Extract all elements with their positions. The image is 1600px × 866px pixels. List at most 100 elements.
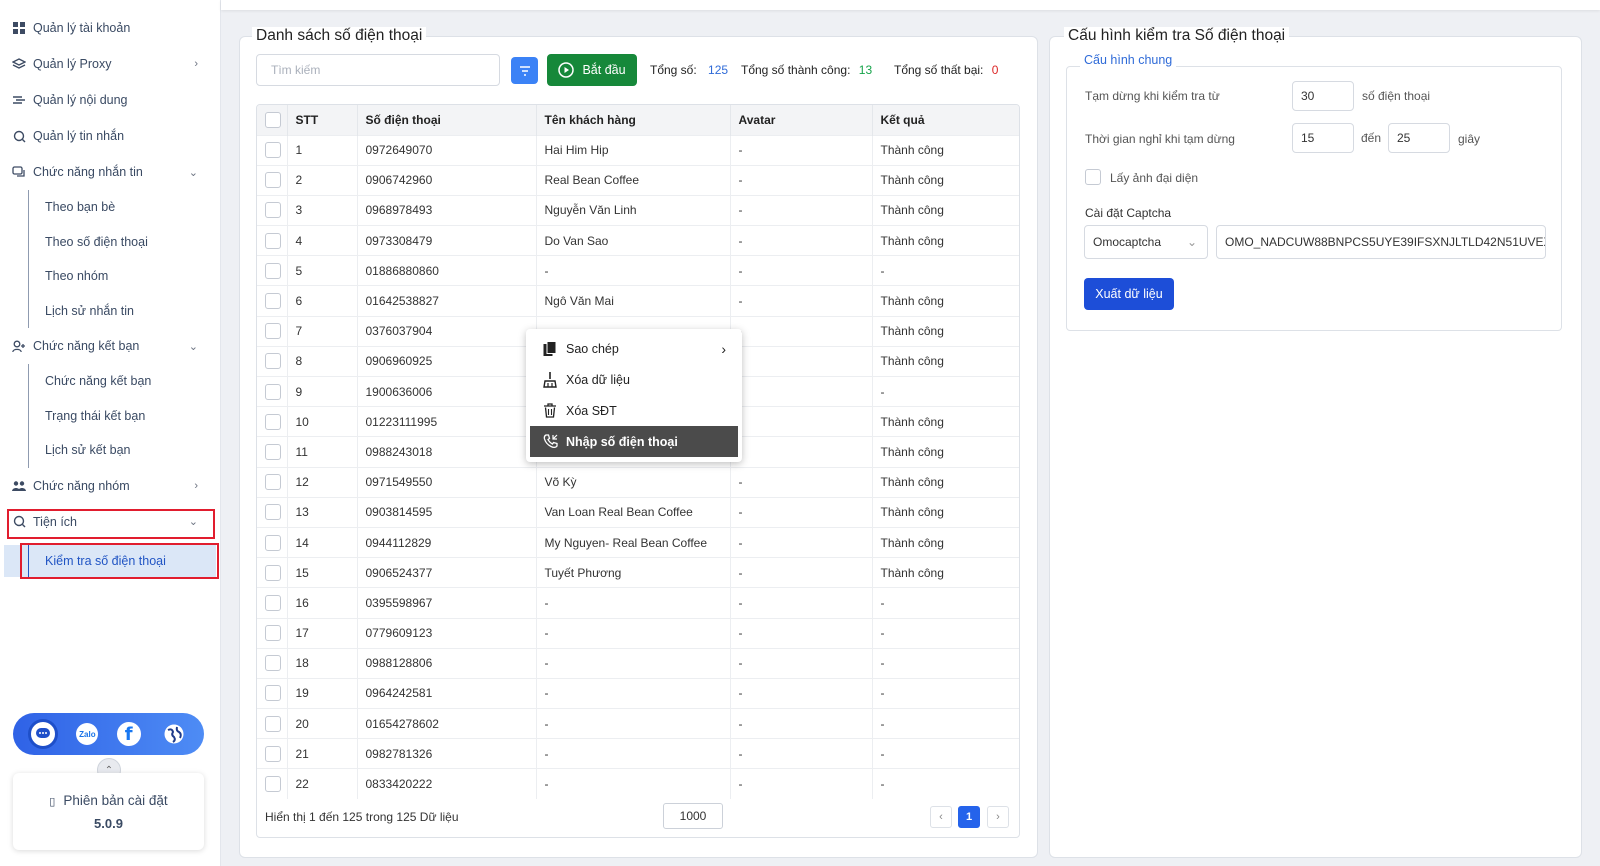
row-checkbox[interactable] (265, 685, 281, 702)
row-checkbox[interactable] (265, 232, 281, 249)
table-row[interactable]: 3 0968978493 Nguyễn Văn Linh - Thành công (257, 194, 1019, 226)
avatar-cell: - (730, 345, 873, 377)
group-icon (12, 479, 26, 493)
column-header[interactable]: Avatar (730, 105, 873, 135)
table-row[interactable]: 17 0779609123- - - (257, 617, 1019, 649)
sidebar-sub-friend-status[interactable]: Trạng thái kết bạn (28, 398, 220, 433)
phone-number: 0973308479 (357, 225, 537, 256)
rest-to-input[interactable]: 25 (1388, 123, 1450, 153)
table-row[interactable]: 14 0944112829 My Nguyen- Real Bean Coffee -… (257, 526, 1019, 558)
table-row[interactable]: 21 0982781326- - - (257, 738, 1019, 769)
support-chat-icon[interactable] (28, 719, 59, 749)
row-checkbox[interactable] (265, 293, 281, 310)
sidebar-item-messages[interactable]: Quản lý tin nhắn (0, 118, 220, 154)
sidebar-sub-message-history[interactable]: Lịch sử nhắn tin (28, 293, 220, 328)
row-checkbox[interactable] (265, 413, 281, 430)
row-checkbox[interactable] (265, 202, 281, 219)
page-size-select[interactable]: 1000 (663, 803, 723, 829)
row-checkbox[interactable] (265, 655, 281, 672)
table-row[interactable]: 1 0972649070 Hai Him Hip - Thành công (257, 134, 1019, 166)
column-header[interactable]: Số điện thoại (357, 105, 537, 135)
row-checkbox[interactable] (265, 715, 281, 732)
row-checkbox[interactable] (265, 262, 281, 279)
column-header[interactable]: Tên khách hàng (536, 105, 731, 135)
result-cell: - (872, 617, 1019, 649)
table-row[interactable]: 22 0833420222- - - (257, 768, 1019, 800)
row-checkbox[interactable] (265, 534, 281, 551)
page-number-button[interactable]: 1 (958, 806, 980, 828)
result-cell: Thành công (872, 285, 1019, 317)
sidebar-item-messaging[interactable]: Chức năng nhắn tin ⌄ (0, 154, 220, 190)
column-header[interactable]: STT (287, 105, 358, 135)
table-row[interactable]: 16 0395598967- - - (257, 587, 1019, 618)
sidebar-item-accounts[interactable]: Quản lý tài khoản (0, 10, 220, 46)
context-copy[interactable]: Sao chép › (530, 333, 738, 364)
row-checkbox[interactable] (265, 594, 281, 611)
social-bar: Zalo f (13, 713, 204, 755)
sidebar-item-utilities[interactable]: Tiện ích ⌄ (0, 504, 220, 540)
sidebar-item-content[interactable]: Quản lý nội dung (0, 82, 220, 118)
sidebar-item-proxy[interactable]: Quản lý Proxy › (0, 46, 220, 82)
prev-page-button[interactable]: ‹ (930, 806, 952, 828)
table-row[interactable]: 15 0906524377 Tuyết Phương - Thành công (257, 557, 1019, 588)
row-checkbox[interactable] (265, 142, 281, 159)
table-row[interactable]: 5 01886880860- - - (257, 255, 1019, 286)
sidebar-sub-friend-function[interactable]: Chức năng kết bạn (28, 364, 220, 399)
avatar-cell: - (730, 436, 873, 468)
start-button[interactable]: Bắt đầu (547, 54, 637, 86)
sidebar-sub-check-phone[interactable]: Kiểm tra số điện thoại (28, 545, 228, 577)
search-input[interactable] (256, 54, 500, 86)
row-checkbox[interactable] (265, 745, 281, 762)
avatar-checkbox[interactable] (1085, 169, 1101, 185)
captcha-provider-select[interactable]: Omocaptcha ⌄ (1084, 225, 1208, 259)
sidebar-item-friends[interactable]: Chức năng kết bạn ⌄ (0, 328, 220, 364)
column-header[interactable]: Kết quả (872, 105, 1019, 135)
avatar-cell: - (730, 677, 873, 709)
row-index: 12 (287, 466, 358, 498)
row-checkbox[interactable] (265, 504, 281, 521)
table-row[interactable]: 12 0971549550 Võ Kỳ - Thành công (257, 466, 1019, 498)
row-checkbox[interactable] (265, 625, 281, 642)
phone-number: 0903814595 (357, 496, 537, 528)
row-checkbox[interactable] (265, 323, 281, 340)
next-page-button[interactable]: › (987, 806, 1009, 828)
context-item-label: Nhập số điện thoại (566, 434, 678, 449)
sidebar-sub-by-group[interactable]: Theo nhóm (28, 259, 220, 294)
zalo-icon[interactable]: Zalo (76, 723, 99, 745)
sidebar-sub-label: Trạng thái kết bạn (45, 408, 146, 423)
rest-from-input[interactable]: 15 (1292, 123, 1354, 153)
row-index: 14 (287, 526, 358, 558)
table-row[interactable]: 2 0906742960 Real Bean Coffee - Thành công (257, 164, 1019, 196)
filter-button[interactable] (511, 57, 538, 84)
context-delete-phone[interactable]: Xóa SĐT (530, 395, 738, 426)
select-all-checkbox[interactable] (265, 111, 281, 128)
sidebar-sub-by-phone[interactable]: Theo số điện thoại (28, 224, 220, 259)
table-row[interactable]: 4 0973308479 Do Van Sao - Thành công (257, 225, 1019, 256)
table-row[interactable]: 13 0903814595 Van Loan Real Bean Coffee - Th… (257, 496, 1019, 528)
facebook-icon[interactable]: f (116, 722, 141, 746)
sidebar-sub-friend-history[interactable]: Lịch sử kết bạn (28, 433, 220, 468)
row-checkbox[interactable] (265, 172, 281, 189)
table-row[interactable]: 6 01642538827 Ngô Văn Mai - Thành công (257, 285, 1019, 317)
context-import-phone[interactable]: Nhập số điện thoại (530, 426, 738, 457)
row-checkbox[interactable] (265, 474, 281, 491)
row-index: 16 (287, 587, 358, 618)
pause-count-input[interactable]: 30 (1292, 81, 1354, 111)
row-select-cell (257, 738, 288, 769)
row-checkbox[interactable] (265, 383, 281, 400)
avatar-cell: - (730, 526, 873, 558)
table-row[interactable]: 20 01654278602- - - (257, 708, 1019, 739)
table-row[interactable]: 19 0964242581- - - (257, 677, 1019, 709)
row-checkbox[interactable] (265, 776, 281, 793)
context-clear-data[interactable]: Xóa dữ liệu (530, 364, 738, 395)
globe-icon[interactable] (159, 719, 189, 749)
sidebar-item-groups[interactable]: Chức năng nhóm › (0, 468, 220, 504)
captcha-key-input[interactable]: OMO_NADCUW88BNPCS5UYE39IFSXNJLTLD42N51UV… (1216, 225, 1546, 259)
phone-number: 0988243018 (357, 436, 537, 468)
table-row[interactable]: 18 0988128806- - - (257, 647, 1019, 679)
row-checkbox[interactable] (265, 443, 281, 460)
sidebar-sub-by-friends[interactable]: Theo bạn bè (28, 190, 220, 225)
row-checkbox[interactable] (265, 564, 281, 581)
row-checkbox[interactable] (265, 353, 281, 370)
export-data-button[interactable]: Xuất dữ liệu (1084, 278, 1174, 310)
